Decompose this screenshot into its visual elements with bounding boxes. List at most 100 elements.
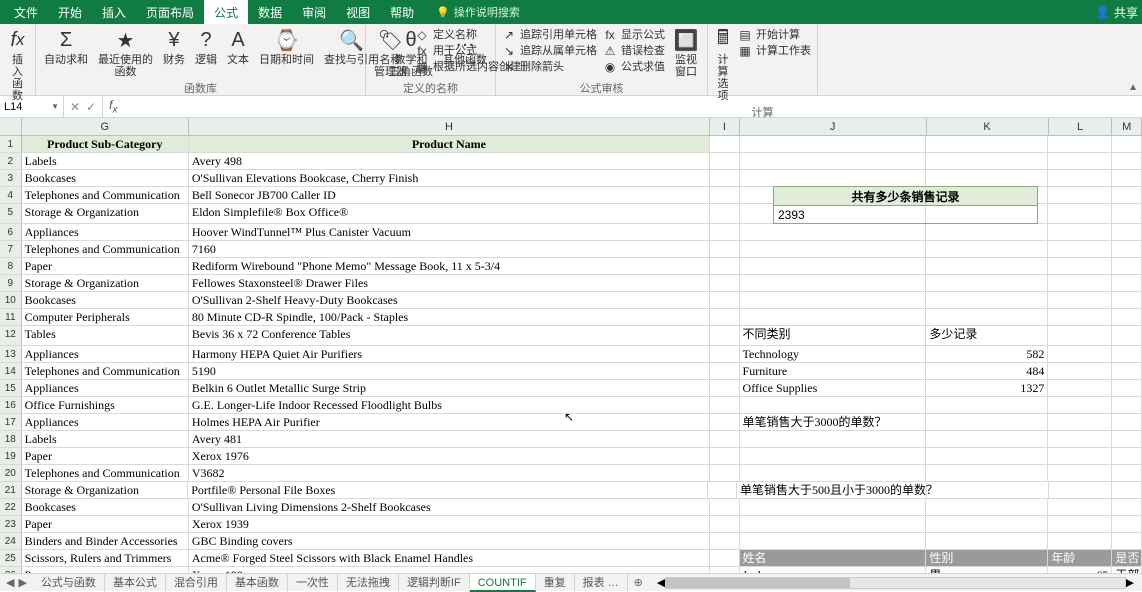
cell[interactable]	[1048, 431, 1112, 447]
cell[interactable]	[740, 275, 927, 291]
cell[interactable]	[926, 224, 1048, 240]
cell[interactable]: Bookcases	[22, 292, 189, 308]
sheet-tab[interactable]: 重复	[536, 574, 575, 592]
cell[interactable]	[926, 241, 1048, 257]
cell[interactable]	[926, 292, 1048, 308]
cell[interactable]	[710, 204, 740, 223]
cell[interactable]	[1112, 482, 1142, 498]
cell[interactable]	[926, 153, 1048, 169]
cell[interactable]: Technology	[740, 346, 927, 362]
cell[interactable]	[1112, 275, 1142, 291]
sheet-tab[interactable]: 基本函数	[227, 574, 288, 592]
cell[interactable]: Appliances	[22, 346, 189, 362]
cell[interactable]: 7160	[189, 241, 710, 257]
cell[interactable]	[740, 516, 927, 532]
cell[interactable]	[1112, 170, 1142, 186]
cell[interactable]	[710, 309, 740, 325]
cell[interactable]: Storage & Organization	[22, 204, 189, 223]
cell[interactable]	[1112, 414, 1142, 430]
cell[interactable]: Paper	[22, 448, 189, 464]
cell[interactable]	[1112, 292, 1142, 308]
cell[interactable]	[740, 465, 927, 481]
cell[interactable]	[710, 465, 740, 481]
cell[interactable]	[710, 499, 740, 515]
menu-item-6[interactable]: 审阅	[292, 0, 336, 24]
row-header[interactable]: 25	[0, 550, 22, 566]
row-header[interactable]: 4	[0, 187, 22, 203]
calc-options-button[interactable]: 🖩 计算选项	[712, 26, 734, 104]
cell[interactable]	[926, 516, 1048, 532]
cell[interactable]	[1048, 187, 1112, 203]
cell[interactable]: Bevis 36 x 72 Conference Tables	[189, 326, 710, 345]
cell[interactable]: Harmony HEPA Quiet Air Purifiers	[189, 346, 710, 362]
cell[interactable]	[708, 482, 738, 498]
cell[interactable]	[710, 241, 740, 257]
col-header[interactable]: G	[22, 118, 189, 135]
cell[interactable]: Xerox 1939	[189, 516, 710, 532]
col-header[interactable]: I	[710, 118, 740, 135]
cell[interactable]	[1048, 363, 1112, 379]
cell[interactable]	[1048, 326, 1112, 345]
cell[interactable]: 是否	[1112, 550, 1142, 566]
cell[interactable]: Binders and Binder Accessories	[22, 533, 189, 549]
row-header[interactable]: 16	[0, 397, 22, 413]
cell[interactable]: 80 Minute CD-R Spindle, 100/Pack - Stapl…	[189, 309, 710, 325]
cell[interactable]	[1112, 346, 1142, 362]
cell[interactable]	[1112, 516, 1142, 532]
cell[interactable]	[1048, 170, 1112, 186]
row-header[interactable]: 2	[0, 153, 22, 169]
g3-right-item-1[interactable]: ⚠错误检查	[603, 44, 665, 59]
cell[interactable]: G.E. Longer-Life Indoor Recessed Floodli…	[189, 397, 710, 413]
cell[interactable]: 484	[926, 363, 1048, 379]
cell[interactable]: Acme® Forged Steel Scissors with Black E…	[189, 550, 710, 566]
cell[interactable]: Paper	[22, 258, 189, 274]
cell[interactable]	[740, 431, 927, 447]
accept-formula-icon[interactable]: ✓	[86, 100, 96, 114]
cell[interactable]	[1048, 153, 1112, 169]
cell[interactable]	[1048, 309, 1112, 325]
cell[interactable]	[710, 326, 740, 345]
g3-left-item-1[interactable]: ↘追踪从属单元格	[502, 44, 597, 59]
cell[interactable]: Labels	[22, 431, 189, 447]
cell[interactable]	[926, 499, 1048, 515]
cell[interactable]	[1112, 465, 1142, 481]
user-icon[interactable]: 👤	[1095, 5, 1110, 19]
row-header[interactable]: 14	[0, 363, 22, 379]
cell[interactable]	[1112, 136, 1142, 152]
cell[interactable]	[1049, 482, 1113, 498]
cell[interactable]	[1112, 187, 1142, 203]
cell[interactable]	[1048, 275, 1112, 291]
row-header[interactable]: 18	[0, 431, 22, 447]
name-manager-button[interactable]: 🏷 名称 管理器	[370, 26, 411, 80]
g3-right-item-0[interactable]: fx显示公式	[603, 28, 665, 43]
cell[interactable]	[1048, 241, 1112, 257]
cell[interactable]	[740, 397, 927, 413]
cell[interactable]	[926, 431, 1048, 447]
cell[interactable]	[740, 136, 927, 152]
cell[interactable]	[1112, 204, 1142, 223]
cell[interactable]: Bell Sonecor JB700 Caller ID	[189, 187, 710, 203]
cell[interactable]	[740, 258, 927, 274]
sheet-tab[interactable]: 一次性	[288, 574, 338, 592]
collapse-ribbon-icon[interactable]: ▲	[1128, 82, 1138, 93]
add-sheet-icon[interactable]: ⊕	[628, 576, 649, 589]
cell[interactable]	[1048, 346, 1112, 362]
cell[interactable]	[1048, 204, 1112, 223]
sheet-nav-prev-icon[interactable]: ◀	[6, 576, 14, 589]
cell[interactable]	[1112, 326, 1142, 345]
cell[interactable]	[926, 136, 1048, 152]
cell[interactable]: Tables	[22, 326, 189, 345]
cell[interactable]	[1048, 414, 1112, 430]
sheet-tab[interactable]: 混合引用	[166, 574, 227, 592]
cell[interactable]: 1327	[926, 380, 1048, 396]
cell[interactable]: 单笔销售大于3000的单数？	[740, 414, 927, 430]
row-header[interactable]: 9	[0, 275, 22, 291]
sheet-tab[interactable]: 公式与函数	[33, 574, 105, 592]
cell[interactable]	[1112, 431, 1142, 447]
cell[interactable]	[710, 550, 740, 566]
cell[interactable]	[1048, 397, 1112, 413]
menu-item-4[interactable]: 公式	[204, 0, 248, 24]
menu-item-3[interactable]: 页面布局	[136, 0, 204, 24]
cell[interactable]: 单笔销售大于500且小于3000的单数？	[737, 482, 927, 498]
menu-item-2[interactable]: 插入	[92, 0, 136, 24]
